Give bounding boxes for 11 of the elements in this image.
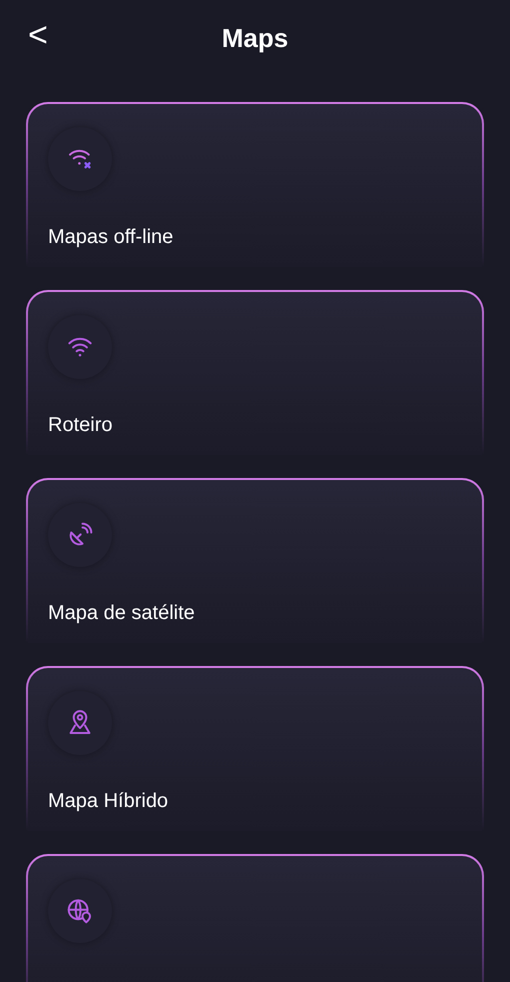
back-button[interactable]: < [28,18,48,52]
option-label: Mapas off-line [48,225,174,250]
map-option-card[interactable]: Roteiro [26,290,484,455]
option-label: Roteiro [48,413,114,438]
page-title: Maps [222,22,288,54]
option-label: Mapa de satélite [48,601,196,626]
map-option-card[interactable] [26,854,484,982]
map-option-card[interactable]: Mapas off-line [26,102,484,267]
map-option-card[interactable]: Mapa de satélite [26,478,484,643]
option-label: Mapa Híbrido [48,789,170,814]
map-option-card[interactable]: Mapa Híbrido [26,666,484,831]
